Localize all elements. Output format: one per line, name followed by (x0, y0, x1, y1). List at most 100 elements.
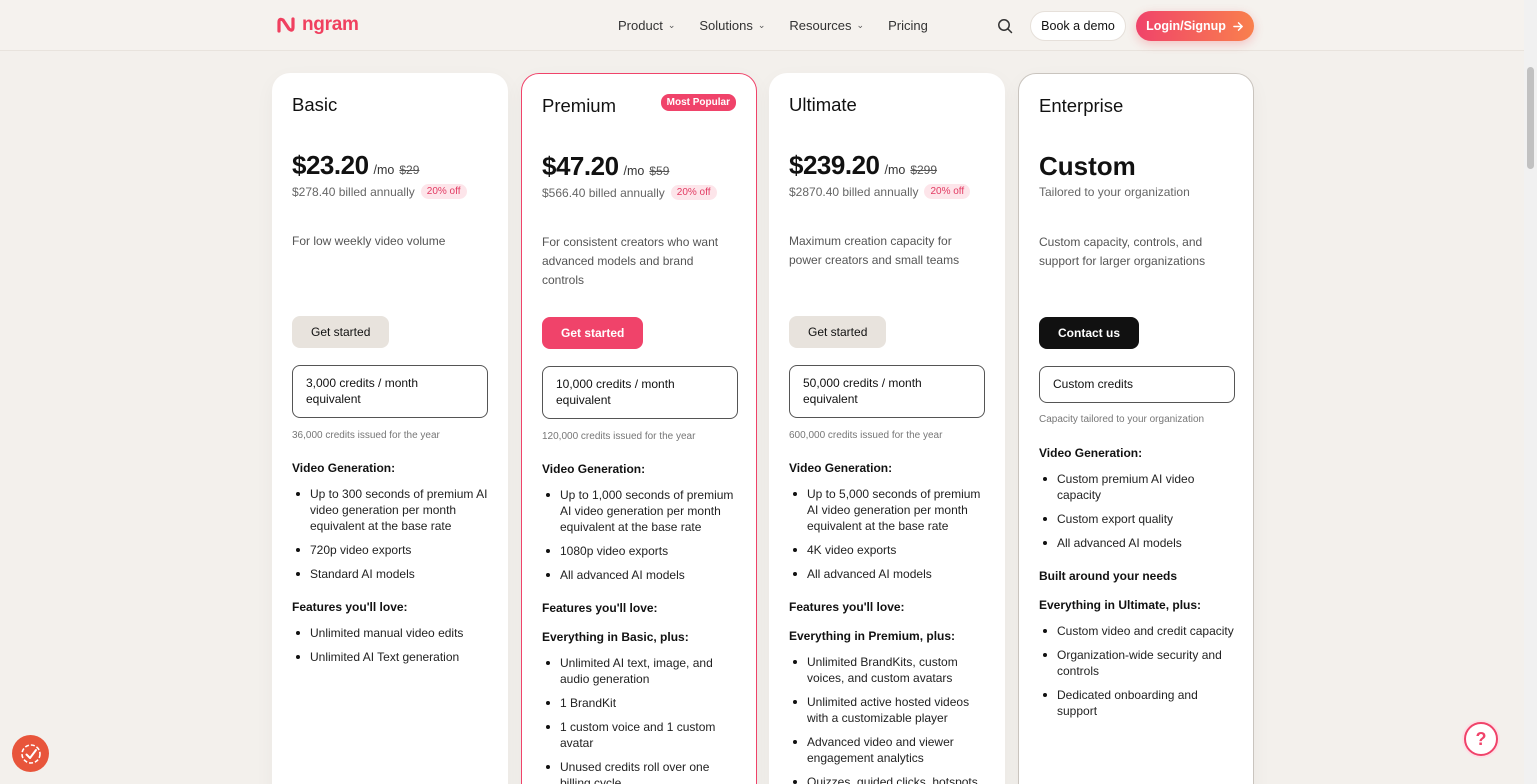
video-generation-heading: Video Generation: (1039, 446, 1143, 460)
feature-list: Unlimited BrandKits, custom voices, and … (789, 654, 985, 784)
features-heading: Features you'll love: (789, 600, 905, 614)
nav-product-label: Product (618, 18, 663, 33)
plan-name: Premium (542, 95, 617, 116)
billed-annually: $278.40 billed annually (292, 184, 415, 199)
arrow-right-icon (1233, 21, 1243, 31)
brand-logo[interactable]: ngram (276, 14, 359, 36)
list-item: Up to 5,000 seconds of premium AI video … (789, 486, 985, 534)
list-item: Custom video and credit capacity (1039, 623, 1235, 639)
list-item: 720p video exports (292, 542, 488, 558)
list-item: Custom export quality (1039, 511, 1235, 527)
built-around-heading: Built around your needs (1039, 569, 1178, 583)
plan-price: Custom (1039, 151, 1136, 181)
plan-card-ultimate: Ultimate $239.20 /mo $299 $2870.40 bille… (769, 73, 1005, 784)
plan-description: Custom capacity, controls, and support f… (1039, 235, 1206, 268)
chevron-down-icon: ⌄ (757, 20, 766, 30)
list-item: All advanced AI models (542, 567, 738, 583)
plan-name: Enterprise (1039, 95, 1124, 116)
plan-name: Ultimate (789, 94, 857, 115)
credits-issued: 36,000 credits issued for the year (292, 430, 440, 441)
price-row: $47.20 /mo $59 (542, 151, 669, 182)
list-item: Standard AI models (292, 566, 488, 582)
list-item: Custom premium AI video capacity (1039, 471, 1235, 503)
plan-card-premium: Premium Most Popular $47.20 /mo $59 $566… (521, 73, 757, 784)
feature-list: Custom video and credit capacity Organiz… (1039, 623, 1235, 727)
list-item: Up to 1,000 seconds of premium AI video … (542, 487, 738, 535)
nav-pricing-label: Pricing (888, 18, 928, 33)
plan-price: $23.20 (292, 150, 369, 180)
feature-list: Unlimited manual video edits Unlimited A… (292, 625, 488, 673)
nav-solutions-label: Solutions (699, 18, 753, 33)
list-item: Dedicated onboarding and support (1039, 687, 1235, 719)
billing-row: $2870.40 billed annually 20% off (789, 184, 971, 199)
list-item: Quizzes, guided clicks, hotspots (789, 774, 985, 784)
nav-pricing[interactable]: Pricing (888, 18, 928, 33)
scrollbar-thumb[interactable] (1527, 67, 1534, 169)
cookie-check-icon (20, 743, 41, 764)
feature-list: Unlimited AI text, image, and audio gene… (542, 655, 738, 784)
list-item: Up to 300 seconds of premium AI video ge… (292, 486, 488, 534)
list-item: Unused credits roll over one billing cyc… (542, 759, 738, 784)
chevron-down-icon: ⌄ (667, 20, 676, 30)
cookie-settings-button[interactable] (12, 735, 49, 772)
page-scrollbar[interactable] (1524, 0, 1537, 784)
plan-price: $239.20 (789, 150, 880, 180)
discount-badge: 20% off (924, 184, 971, 199)
features-heading: Features you'll love: (292, 600, 408, 614)
plan-card-enterprise: Enterprise Custom Tailored to your organ… (1018, 73, 1254, 784)
get-started-button[interactable]: Get started (292, 316, 390, 348)
video-feature-list: Up to 300 seconds of premium AI video ge… (292, 486, 488, 590)
ngram-logo-icon (277, 17, 295, 33)
discount-badge: 20% off (420, 184, 467, 199)
list-item: 1080p video exports (542, 543, 738, 559)
help-button[interactable]: ? (1464, 722, 1498, 756)
price-period: /mo (623, 164, 645, 178)
features-heading: Features you'll love: (542, 601, 658, 615)
price-row: $23.20 /mo $29 (292, 150, 419, 181)
price-row: $239.20 /mo $299 (789, 150, 937, 181)
search-button[interactable] (995, 16, 1015, 36)
login-signup-button[interactable]: Login/Signup (1136, 11, 1254, 41)
contact-us-button[interactable]: Contact us (1039, 317, 1140, 349)
billed-annually: $566.40 billed annually (542, 185, 665, 200)
top-navbar: ngram Product ⌄ Solutions ⌄ Resources ⌄ … (0, 0, 1524, 51)
everything-in-heading: Everything in Premium, plus: (789, 629, 956, 643)
original-price: $29 (399, 163, 420, 177)
everything-in-heading: Everything in Basic, plus: (542, 630, 689, 644)
price-period: /mo (884, 163, 906, 177)
nav-product[interactable]: Product ⌄ (618, 18, 675, 33)
price-period: /mo (373, 163, 395, 177)
main-nav: Product ⌄ Solutions ⌄ Resources ⌄ Pricin… (618, 18, 952, 33)
video-generation-heading: Video Generation: (292, 461, 396, 475)
billing-row: $278.40 billed annually 20% off (292, 184, 467, 199)
help-question-icon: ? (1475, 728, 1487, 749)
most-popular-badge: Most Popular (660, 94, 736, 111)
plan-description: Maximum creation capacity for power crea… (789, 234, 960, 267)
credits-issued: Capacity tailored to your organization (1039, 414, 1205, 425)
nav-resources-label: Resources (789, 18, 852, 33)
list-item: All advanced AI models (789, 566, 985, 582)
list-item: Unlimited AI text, image, and audio gene… (542, 655, 738, 687)
plan-name: Basic (292, 94, 338, 115)
list-item: Organization-wide security and controls (1039, 647, 1235, 679)
nav-solutions[interactable]: Solutions ⌄ (699, 18, 765, 33)
get-started-button[interactable]: Get started (789, 316, 887, 348)
search-icon (998, 19, 1013, 34)
list-item: Unlimited manual video edits (292, 625, 488, 641)
video-feature-list: Up to 1,000 seconds of premium AI video … (542, 487, 738, 591)
book-demo-button[interactable]: Book a demo (1030, 11, 1126, 41)
list-item: Advanced video and viewer engagement ana… (789, 734, 985, 766)
nav-resources[interactable]: Resources ⌄ (789, 18, 864, 33)
get-started-button[interactable]: Get started (542, 317, 644, 349)
list-item: 1 BrandKit (542, 695, 738, 711)
credits-box: Custom credits (1039, 366, 1235, 403)
credits-issued: 120,000 credits issued for the year (542, 431, 696, 442)
discount-badge: 20% off (670, 185, 717, 200)
chevron-down-icon: ⌄ (856, 20, 865, 30)
plan-subtitle: Tailored to your organization (1039, 185, 1190, 199)
plan-description: For consistent creators who want advance… (542, 235, 719, 287)
video-generation-heading: Video Generation: (542, 462, 646, 476)
video-generation-heading: Video Generation: (789, 461, 893, 475)
plan-card-basic: Basic $23.20 /mo $29 $278.40 billed annu… (272, 73, 508, 784)
brand-name: ngram (302, 14, 359, 35)
